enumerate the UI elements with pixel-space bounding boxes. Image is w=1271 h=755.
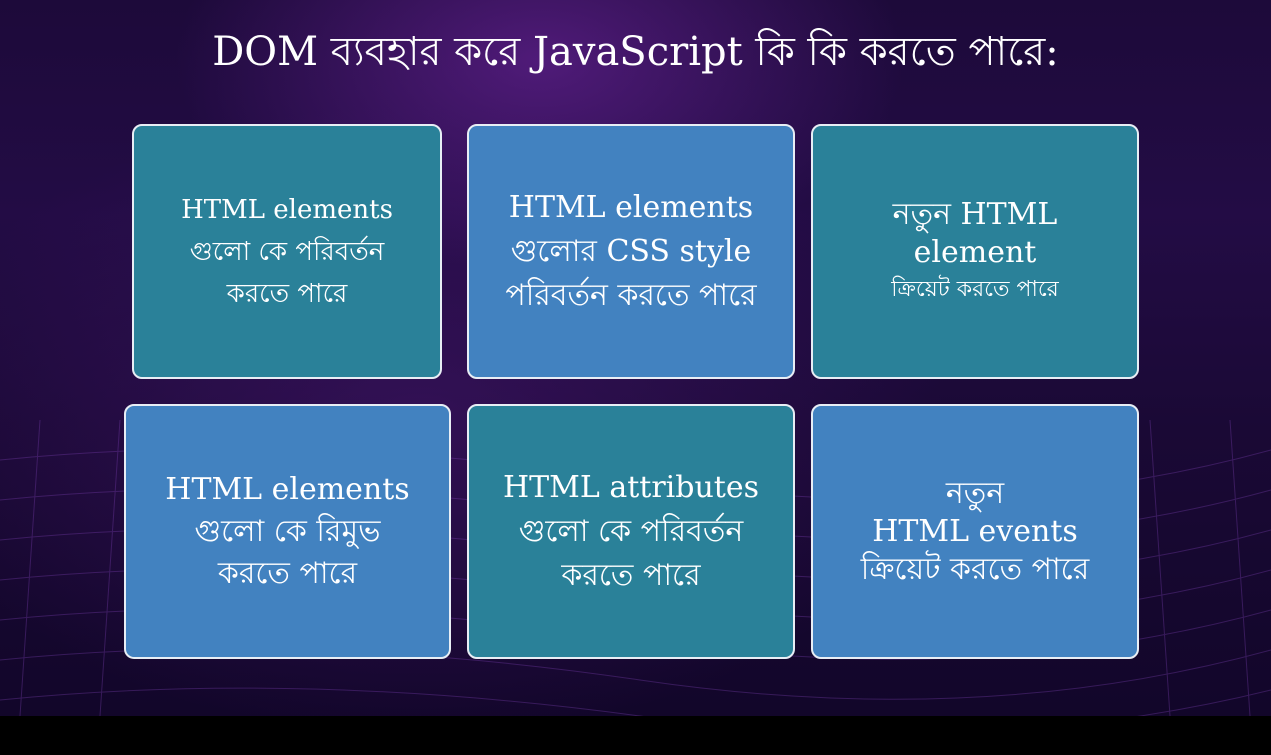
card-remove-elements: HTML elements গুলো কে রিমুভ করতে পারে	[124, 404, 451, 659]
card-text: নতুন HTML element	[892, 196, 1058, 270]
card-create-events: নতুন HTML events ক্রিয়েট করতে পারে	[811, 404, 1139, 659]
card-change-attributes: HTML attributes গুলো কে পরিবর্তন করতে পা…	[467, 404, 795, 659]
card-text: HTML elements গুলো কে রিমুভ করতে পারে	[165, 471, 410, 591]
bottom-black-bar	[0, 716, 1271, 755]
card-change-css-style: HTML elements গুলোর CSS style পরিবর্তন ক…	[467, 124, 795, 379]
card-text: HTML elements গুলো কে পরিবর্তন করতে পারে	[181, 194, 393, 309]
card-text: নতুন HTML events ক্রিয়েট করতে পারে	[860, 475, 1090, 587]
slide-title: DOM ব্যবহার করে JavaScript কি কি করতে পা…	[212, 29, 1059, 75]
card-text: HTML attributes গুলো কে পরিবর্তন করতে পা…	[502, 469, 759, 593]
card-change-elements: HTML elements গুলো কে পরিবর্তন করতে পারে	[132, 124, 442, 379]
card-text: HTML elements গুলোর CSS style পরিবর্তন ক…	[505, 189, 757, 313]
card-create-element: নতুন HTML element ক্রিয়েট করতে পারে	[811, 124, 1139, 379]
slide: DOM ব্যবহার করে JavaScript কি কি করতে পা…	[0, 0, 1271, 716]
card-subtext: ক্রিয়েট করতে পারে	[891, 276, 1059, 302]
